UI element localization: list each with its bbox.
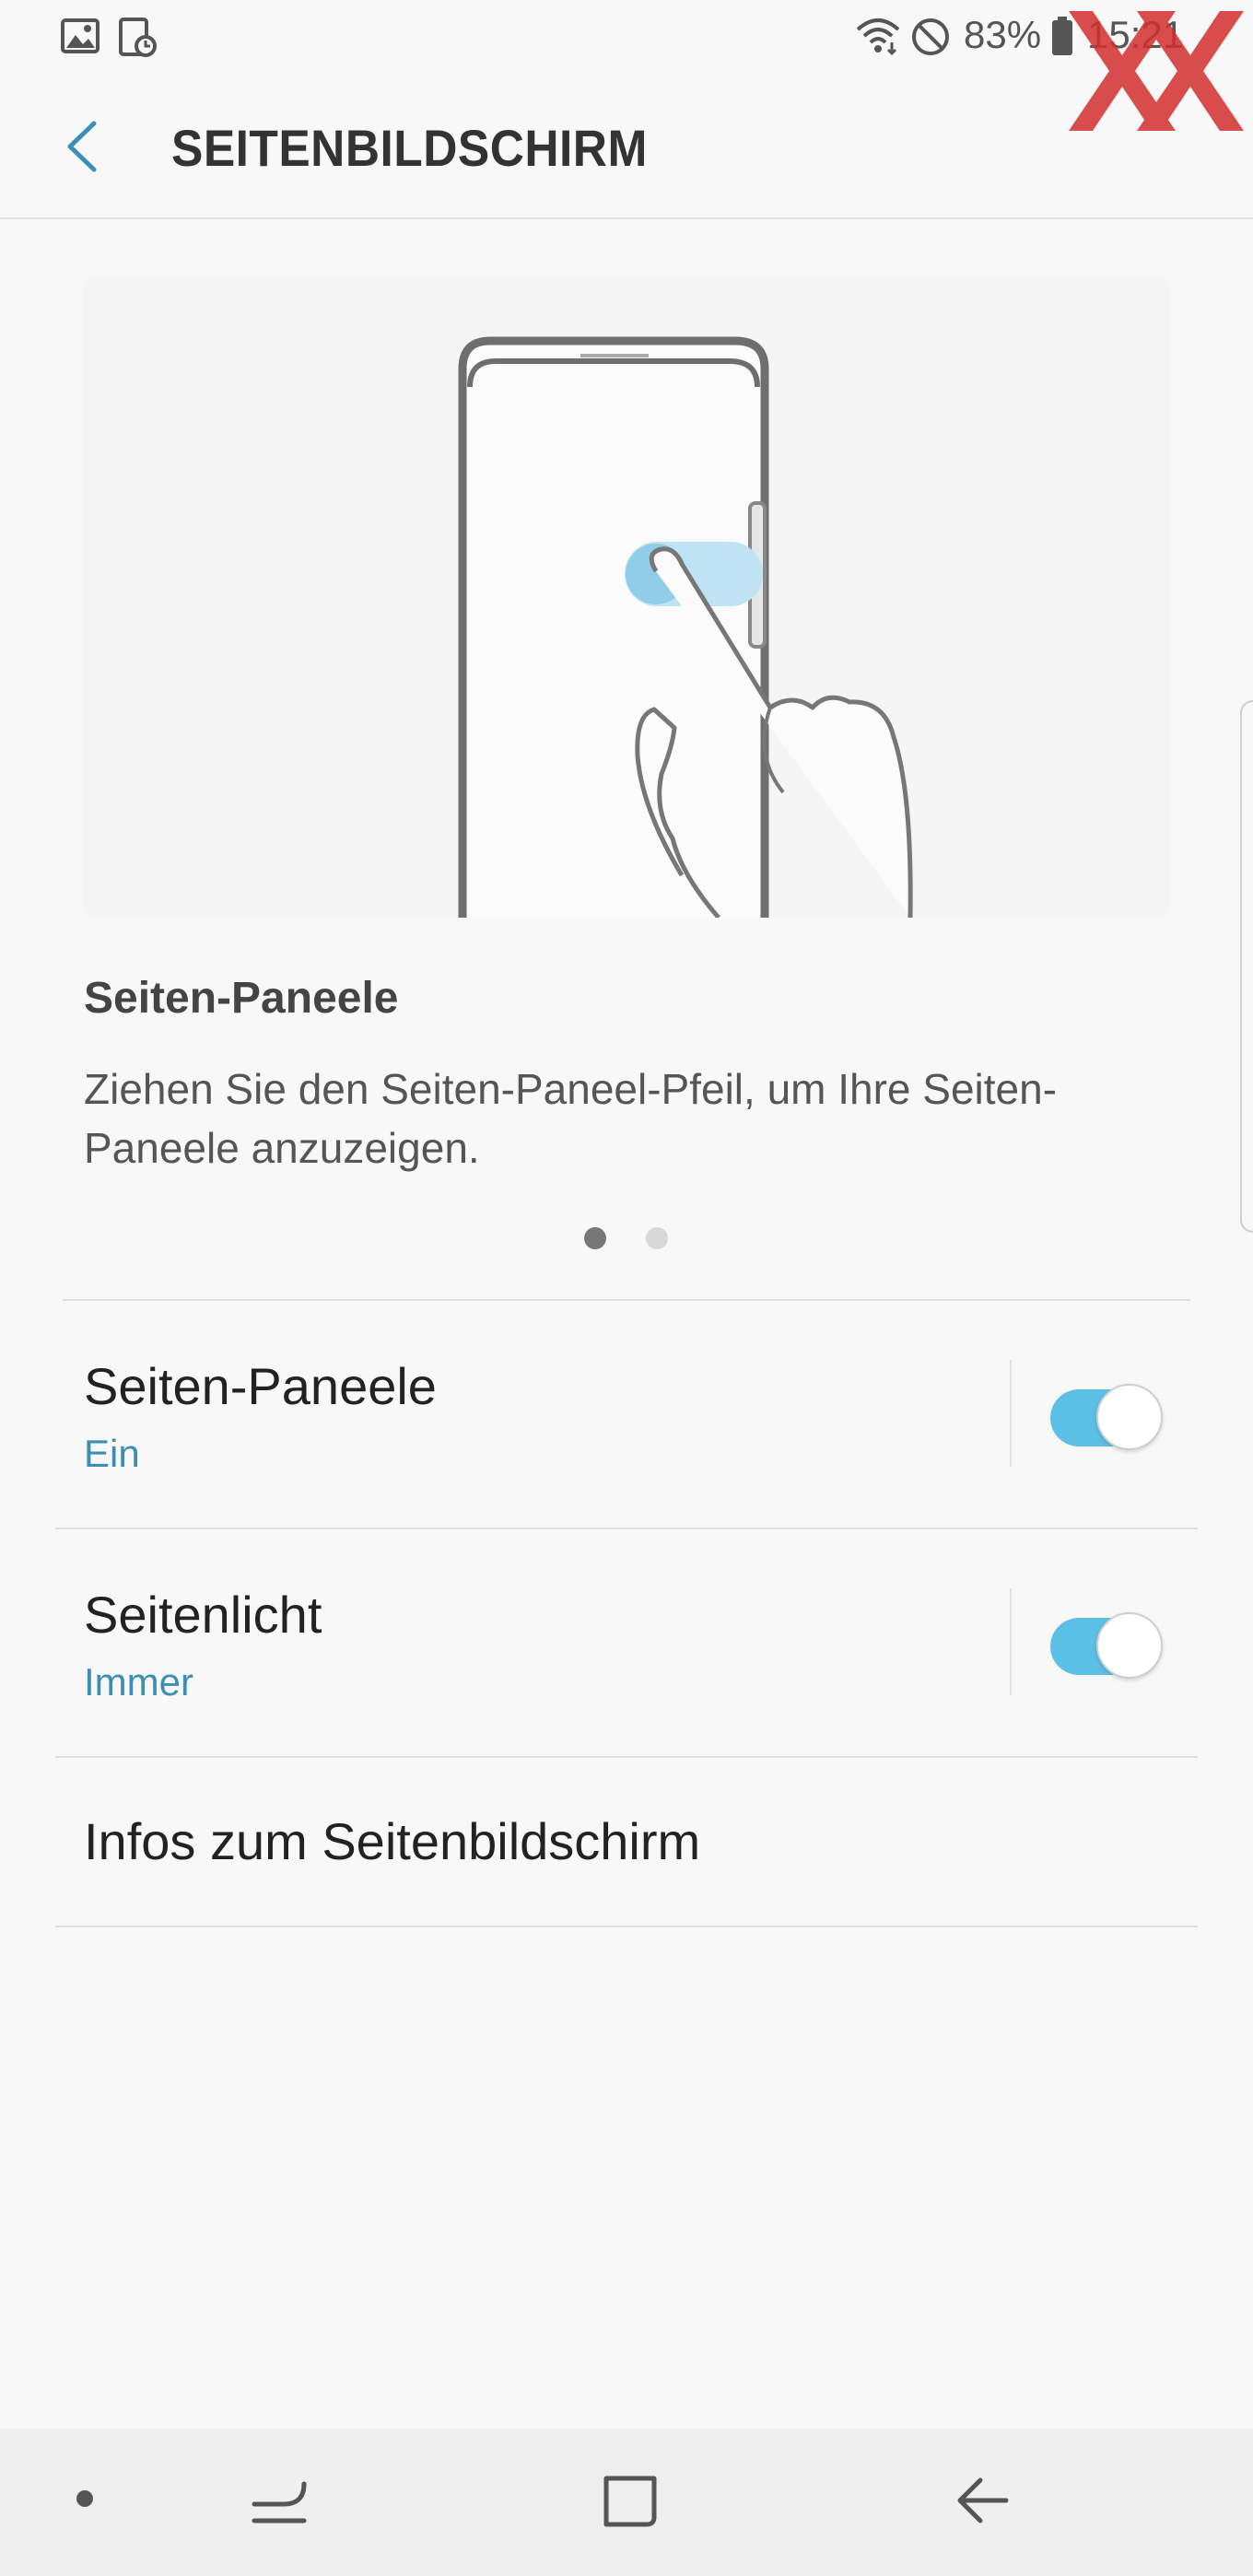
setting-row-edge-lighting[interactable]: Seitenlicht Immer [55,1529,1198,1756]
toggle-knob [1096,1384,1163,1450]
card-heading: Seiten-Paneele [84,974,399,1023]
setting-row-side-panels[interactable]: Seiten-Paneele Ein [55,1301,1198,1528]
illustration-card[interactable] [83,276,1170,918]
recent-apps-icon[interactable] [251,2476,310,2526]
toggle-switch-edge-lighting[interactable] [1047,1610,1163,1679]
wifi-icon [856,18,900,55]
setting-subtitle: Ein [84,1432,140,1475]
page-title: SEITENBILDSCHIRM [171,119,648,177]
dot-icon[interactable] [74,2488,96,2510]
setting-title: Seitenlicht [84,1586,322,1644]
setting-row-about-edge-screen[interactable]: Infos zum Seitenbildschirm [55,1758,1198,1926]
row-divider [55,1926,1198,1927]
vertical-divider [1010,1588,1012,1695]
toggle-knob [1096,1612,1163,1679]
edge-panel-illustration [458,336,913,918]
app-bar: SEITENBILDSCHIRM [0,76,1253,219]
setting-subtitle: Immer [84,1660,193,1704]
navigation-bar [0,2429,1253,2576]
card-description: Ziehen Sie den Seiten-Paneel-Pfeil, um I… [84,1065,1058,1172]
back-arrow-icon[interactable] [954,2475,1010,2526]
edge-panel-handle[interactable] [1240,700,1253,1233]
gallery-icon [61,18,100,53]
chevron-left-icon[interactable] [53,114,118,179]
toggle-switch-side-panels[interactable] [1047,1382,1163,1450]
home-icon[interactable] [603,2471,658,2528]
status-bar: 83% 15:21 [0,0,1253,131]
screenshot-icon [119,18,157,57]
battery-percent: 83% [964,13,1042,56]
setting-title: Seiten-Paneele [84,1357,437,1415]
do-not-disturb-icon [912,18,949,55]
setting-title: Infos zum Seitenbildschirm [84,1812,701,1870]
page-indicator-inactive[interactable] [646,1227,668,1249]
vertical-divider [1010,1360,1012,1467]
page-indicator-active[interactable] [584,1227,606,1249]
